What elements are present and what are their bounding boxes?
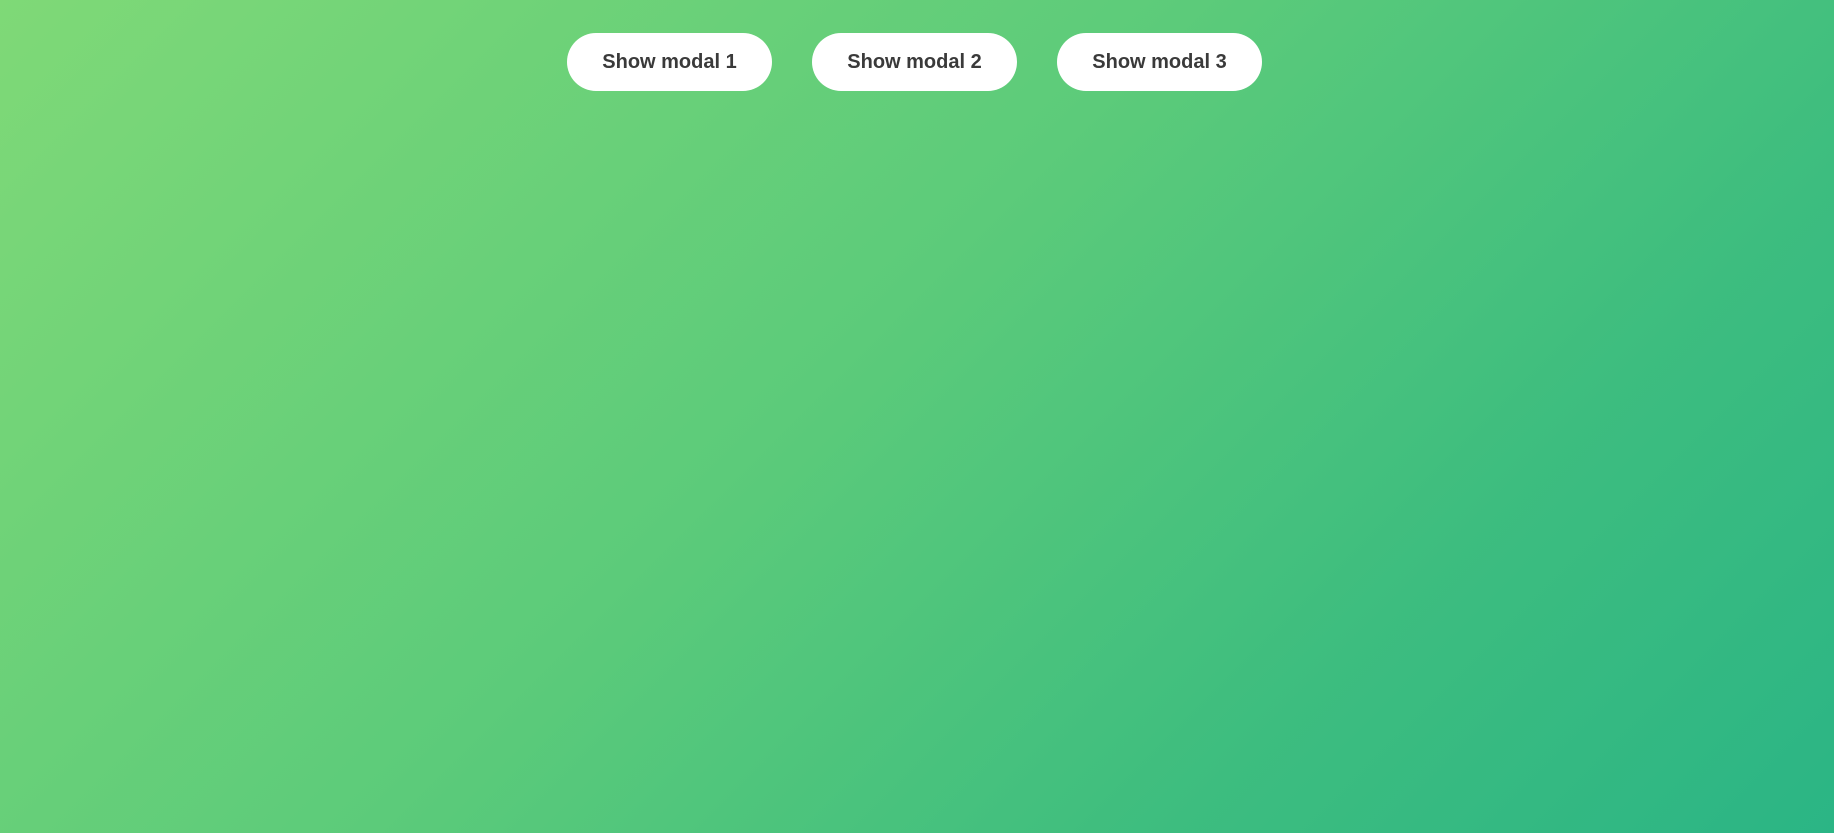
page: { "colors": { "background_gradient_start… [0,0,1834,833]
show-modal-2-button[interactable]: Show modal 2 [812,33,1017,91]
show-modal-3-button[interactable]: Show modal 3 [1057,33,1262,91]
show-modal-1-button[interactable]: Show modal 1 [567,33,772,91]
modal-button-bar: Show modal 1 Show modal 2 Show modal 3 [567,33,1262,91]
